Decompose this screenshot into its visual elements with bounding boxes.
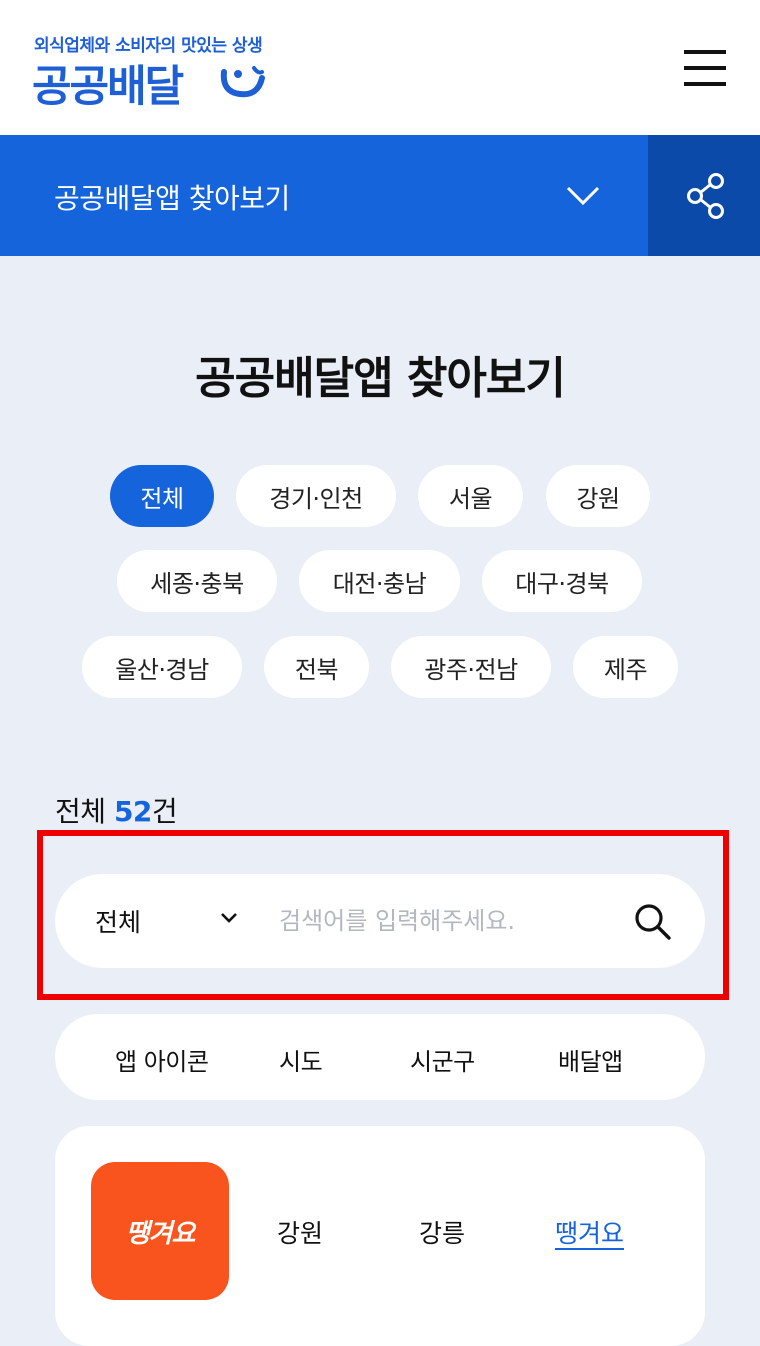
region-chip-ulsan-gyeongnam[interactable]: 울산·경남 (82, 636, 242, 698)
page-nav-bar: 공공배달앱 찾아보기 (0, 135, 760, 256)
chevron-down-icon (566, 186, 600, 206)
region-chip-all[interactable]: 전체 (110, 465, 214, 527)
region-chip-gyeonggi-incheon[interactable]: 경기·인천 (236, 465, 396, 527)
region-chip-jeonbuk[interactable]: 전북 (264, 636, 369, 698)
region-chip-daejeon-chungnam[interactable]: 대전·충남 (299, 550, 460, 612)
column-header-sigungu: 시군구 (410, 1048, 475, 1076)
page-select-label: 공공배달앱 찾아보기 (54, 182, 290, 215)
smile-mark-icon (220, 66, 265, 98)
site-logo[interactable]: 공공배달 (32, 52, 184, 114)
table-row: 땡겨요 강원 강릉 땡겨요 (55, 1126, 705, 1346)
hamburger-menu-icon[interactable] (684, 48, 728, 88)
count-prefix: 전체 (55, 795, 106, 828)
region-chip-gwangju-jeonnam[interactable]: 광주·전남 (391, 636, 551, 698)
row-sigungu: 강릉 (419, 1219, 466, 1248)
region-chip-sejong-chungbuk[interactable]: 세종·충북 (117, 550, 277, 612)
share-button[interactable] (648, 135, 760, 256)
site-header: 외식업체와 소비자의 맛있는 상생 공공배달 (0, 0, 760, 135)
app-icon-label: 땡겨요 (125, 1218, 196, 1249)
region-chip-gangwon[interactable]: 강원 (546, 465, 650, 527)
count-number: 52 (113, 795, 152, 828)
region-chip-jeju[interactable]: 제주 (573, 636, 678, 698)
share-icon (687, 173, 724, 219)
app-icon[interactable]: 땡겨요 (91, 1162, 229, 1300)
region-chip-seoul[interactable]: 서울 (418, 465, 523, 527)
region-chip-daegu-gyeongbuk[interactable]: 대구·경북 (482, 550, 642, 612)
result-count: 전체 52건 (55, 790, 178, 830)
highlight-frame (37, 830, 729, 1000)
page-title: 공공배달앱 찾아보기 (195, 353, 566, 404)
count-suffix: 건 (151, 795, 178, 828)
page-select-dropdown[interactable]: 공공배달앱 찾아보기 (0, 135, 648, 256)
row-sido: 강원 (277, 1219, 324, 1248)
results-table-header: 앱 아이콘 시도 시군구 배달앱 (55, 1014, 705, 1100)
column-header-sido: 시도 (279, 1048, 323, 1076)
row-app-link[interactable]: 땡겨요 (555, 1214, 624, 1250)
column-header-app-icon: 앱 아이콘 (115, 1048, 209, 1076)
column-header-app: 배달앱 (558, 1048, 623, 1076)
